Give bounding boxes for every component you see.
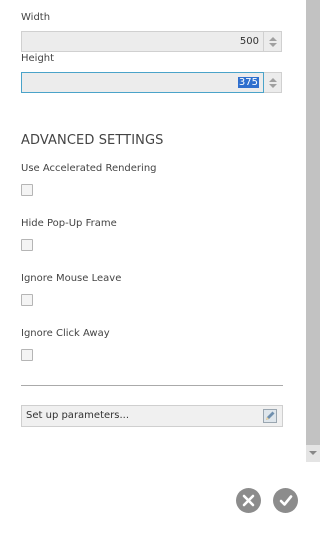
increment-icon[interactable]: [268, 36, 277, 41]
hide-popup-frame-checkbox[interactable]: [21, 239, 33, 251]
close-icon: [242, 494, 255, 507]
setup-parameters-button[interactable]: Set up parameters...: [21, 405, 283, 427]
height-input[interactable]: 375: [21, 72, 264, 93]
height-label: Height: [21, 53, 55, 64]
edit-pencil-icon[interactable]: [263, 409, 277, 423]
height-spinner[interactable]: 375: [21, 72, 282, 93]
scroll-down-arrow-icon[interactable]: [309, 451, 317, 455]
advanced-settings-heading: ADVANCED SETTINGS: [21, 133, 164, 148]
width-label: Width: [21, 12, 51, 23]
width-stepper-arrows[interactable]: [264, 31, 282, 52]
section-divider: [21, 385, 283, 386]
accelerated-rendering-checkbox[interactable]: [21, 184, 33, 196]
increment-icon[interactable]: [268, 77, 277, 82]
width-input[interactable]: 500: [21, 31, 264, 52]
confirm-button[interactable]: [273, 488, 298, 513]
settings-panel: Width 500 Height 375 ADVANCED SETTINGS U…: [0, 0, 321, 534]
height-selected-value: 375: [237, 77, 259, 88]
option-label-ignore-mouse-leave: Ignore Mouse Leave: [21, 273, 122, 284]
height-stepper-arrows[interactable]: [264, 72, 282, 93]
decrement-icon[interactable]: [268, 83, 277, 88]
checkmark-icon: [279, 495, 292, 506]
vertical-scrollbar[interactable]: [306, 0, 320, 462]
cancel-button[interactable]: [236, 488, 261, 513]
setup-parameters-label: Set up parameters...: [26, 410, 130, 421]
option-label-hide-popup-frame: Hide Pop-Up Frame: [21, 218, 117, 229]
option-label-ignore-click-away: Ignore Click Away: [21, 328, 110, 339]
option-label-accelerated-rendering: Use Accelerated Rendering: [21, 163, 157, 174]
width-spinner[interactable]: 500: [21, 31, 282, 52]
decrement-icon[interactable]: [268, 42, 277, 47]
scrollbar-thumb[interactable]: [306, 0, 320, 445]
ignore-click-away-checkbox[interactable]: [21, 349, 33, 361]
ignore-mouse-leave-checkbox[interactable]: [21, 294, 33, 306]
